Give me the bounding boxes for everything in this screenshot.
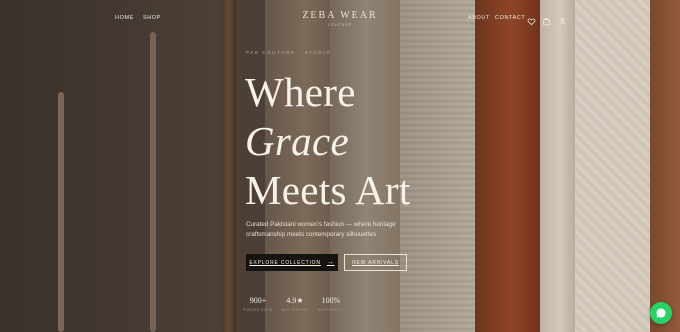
top-nav: HOME SHOP ZEBA WEAR COUTURE ABOUT CONTAC…	[0, 0, 680, 36]
hero-subtitle: Curated Pakistani women's fashion — wher…	[246, 221, 396, 238]
overlay	[0, 0, 680, 332]
explore-collection-button[interactable]: EXPLORE COLLECTION →	[246, 254, 338, 271]
stat-rating: 4.9★ AVG RATING	[275, 296, 315, 312]
nav-contact[interactable]: CONTACT	[495, 15, 525, 21]
hero-background-image	[0, 0, 680, 332]
headline-line-1: Where	[245, 69, 356, 115]
stat-value: 4.9★	[286, 296, 304, 305]
brand-logo[interactable]: ZEBA WEAR	[0, 10, 680, 21]
whatsapp-chat-button[interactable]	[650, 302, 672, 324]
explore-collection-label: EXPLORE COLLECTION	[249, 259, 321, 266]
stat-pieces-sold: 900+ PIECES SOLD	[238, 296, 278, 312]
headline-line-3: Meets Art	[245, 167, 411, 213]
stat-value: 900+	[249, 296, 267, 305]
chat-bubble-icon	[656, 308, 666, 318]
headline-line-2: Grace	[245, 118, 349, 164]
stat-authentic: 100% AUTHENTIC	[311, 296, 351, 312]
stat-value: 100%	[321, 296, 341, 305]
nav-about[interactable]: ABOUT	[468, 15, 490, 21]
stat-label: PIECES SOLD	[243, 308, 273, 312]
new-arrivals-button[interactable]: NEW ARRIVALS	[344, 254, 407, 271]
bag-icon[interactable]	[542, 13, 551, 26]
hero-eyebrow: PAK COUTURE · STUDIO	[246, 50, 332, 55]
user-icon[interactable]	[558, 13, 567, 25]
brand-tagline: COUTURE	[327, 23, 353, 27]
stat-label: AVG RATING	[281, 308, 309, 312]
stat-label: AUTHENTIC	[318, 308, 344, 312]
heart-icon[interactable]	[527, 13, 536, 25]
arrow-right-icon: →	[326, 259, 335, 266]
hero-section: HOME SHOP ZEBA WEAR COUTURE ABOUT CONTAC…	[0, 0, 680, 332]
